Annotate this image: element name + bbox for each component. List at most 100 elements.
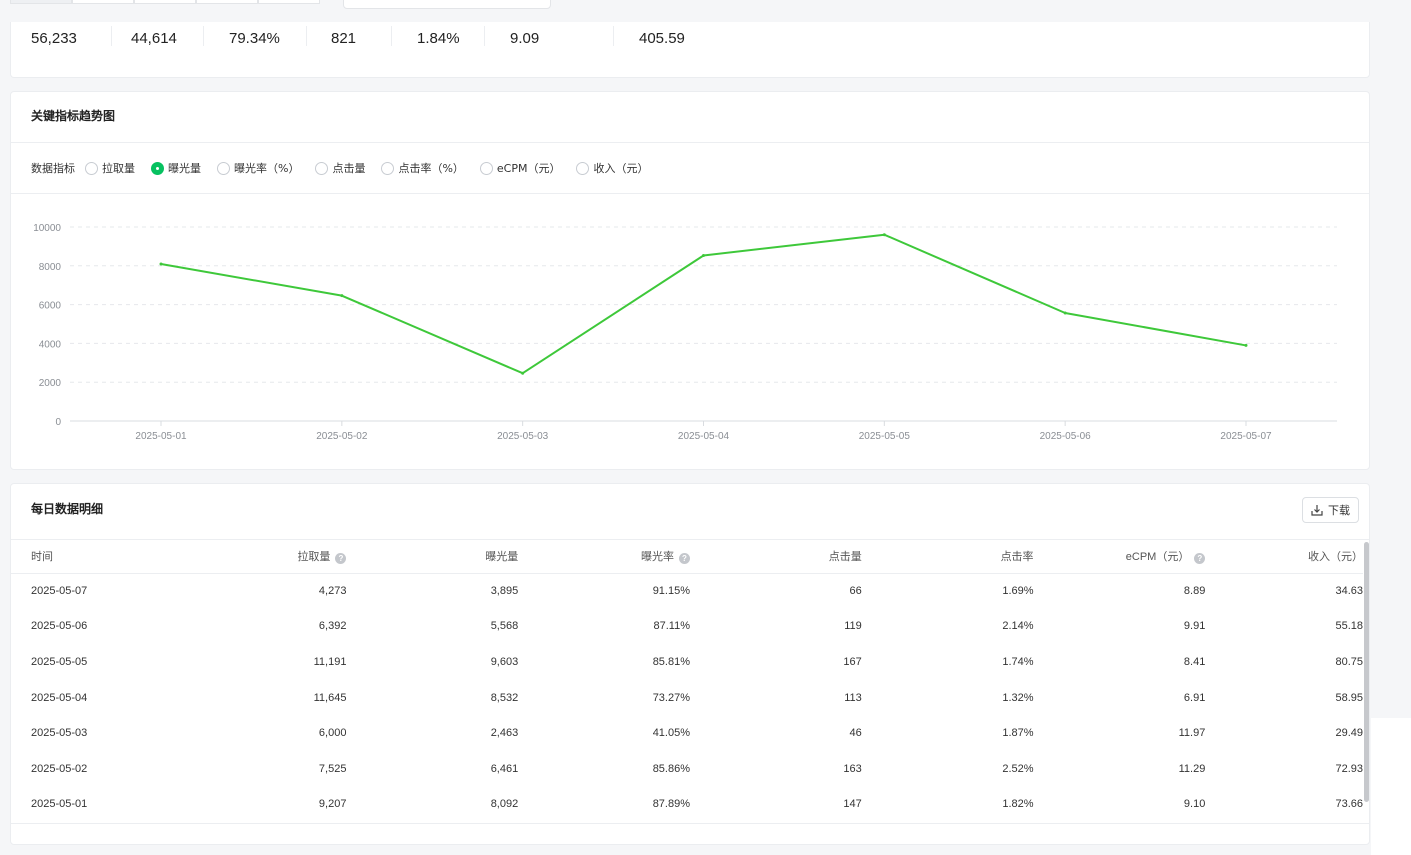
table-cell: 2025-05-05 xyxy=(31,655,88,668)
x-tick-label: 2025-05-06 xyxy=(1040,431,1092,442)
daily-detail-card: 每日数据明细 下载 时间 拉取量? 曝光量 曝光率? 点击量 点击率 eCPM（… xyxy=(10,483,1370,845)
summary-value-pull: 56,233 xyxy=(31,30,77,47)
help-icon[interactable]: ? xyxy=(679,553,690,565)
table-cell: 3,895 xyxy=(490,585,519,598)
divider xyxy=(484,26,485,46)
col-header-ecpm[interactable]: eCPM（元）? xyxy=(1033,540,1206,574)
top-tab-strip xyxy=(10,0,320,4)
y-tick-label: 8000 xyxy=(39,262,62,273)
col-header-date[interactable]: 时间 xyxy=(11,540,182,574)
table-cell: 9.10 xyxy=(1183,798,1206,811)
table-cell: 9,207 xyxy=(318,798,347,811)
table-cell: 11.29 xyxy=(1178,762,1206,775)
radio-circle-selected[interactable] xyxy=(151,161,164,175)
col-header-income[interactable]: 收入（元） xyxy=(1205,540,1363,574)
table-cell: 6,461 xyxy=(490,762,519,775)
top-tab[interactable] xyxy=(72,0,134,4)
summary-value-income: 405.59 xyxy=(639,30,685,47)
col-header-exposure[interactable]: 曝光量 xyxy=(346,540,519,574)
table-cell: 11,645 xyxy=(313,691,347,704)
radio-circle[interactable] xyxy=(381,161,395,175)
table-row: 2025-05-07 4,273 3,895 91.15% 66 1.69% 8.89 34.… xyxy=(11,573,1363,609)
table-cell: 29.49 xyxy=(1335,727,1363,740)
table-cell: 73.27% xyxy=(652,691,690,704)
metric-radio-pull[interactable]: 拉取量 xyxy=(85,160,135,176)
metric-label: 数据指标 xyxy=(31,162,75,175)
metric-radio-income[interactable]: 收入（元） xyxy=(576,160,648,176)
table-header-row: 时间 拉取量? 曝光量 曝光率? 点击量 点击率 eCPM（元）? 收入（元） xyxy=(11,540,1363,574)
table-cell: 1.87% xyxy=(1002,727,1034,740)
table-cell: 2025-05-01 xyxy=(31,798,88,811)
download-button[interactable]: 下载 xyxy=(1302,497,1359,523)
table-row: 2025-05-01 9,207 8,092 87.89% 147 1.82% 9.10 73… xyxy=(11,787,1363,823)
download-icon xyxy=(1311,505,1323,516)
trend-line-chart: 0 2000 4000 6000 8000 10000 2025-05-01 2025-05-… xyxy=(33,223,1337,442)
metric-radio-label: 曝光量 xyxy=(168,162,201,175)
data-point xyxy=(159,262,163,266)
col-header-exposure-rate[interactable]: 曝光率? xyxy=(518,540,690,574)
table-cell: 41.05% xyxy=(652,727,690,740)
metric-radio-exposure[interactable]: 曝光量 xyxy=(151,160,201,176)
top-tab[interactable] xyxy=(258,0,320,4)
table-cell: 2025-05-06 xyxy=(31,620,88,633)
metric-radio-label: 拉取量 xyxy=(102,162,135,175)
radio-circle[interactable] xyxy=(479,161,493,175)
table-cell: 7,525 xyxy=(318,762,347,775)
table-cell: 2025-05-04 xyxy=(31,691,88,704)
table-cell: 1.74% xyxy=(1002,655,1034,668)
y-tick-label: 0 xyxy=(55,417,61,428)
summary-value-exposure-rate: 79.34% xyxy=(229,30,280,47)
table-scrollbar[interactable] xyxy=(1364,542,1369,802)
radio-circle[interactable] xyxy=(85,161,98,175)
table-cell: 80.75 xyxy=(1335,655,1363,668)
col-header-ctr[interactable]: 点击率 xyxy=(861,540,1034,574)
col-header-pull[interactable]: 拉取量? xyxy=(181,540,347,574)
top-tab[interactable] xyxy=(134,0,196,4)
table-cell: 1.82% xyxy=(1002,798,1034,811)
col-header-clicks[interactable]: 点击量 xyxy=(690,540,862,574)
metric-radio-label: 收入（元） xyxy=(593,162,649,175)
table-cell: 46 xyxy=(849,727,862,740)
table-cell: 34.63 xyxy=(1335,585,1363,598)
divider xyxy=(111,26,112,46)
y-tick-label: 2000 xyxy=(39,378,62,389)
help-icon[interactable]: ? xyxy=(1194,553,1206,565)
divider xyxy=(11,823,1369,824)
table-cell: 72.93 xyxy=(1335,762,1363,775)
table-cell: 5,568 xyxy=(490,620,519,633)
download-label: 下载 xyxy=(1328,504,1350,517)
table-cell: 2025-05-03 xyxy=(31,727,88,740)
metric-radio-ctr[interactable]: 点击率（%） xyxy=(381,160,464,176)
summary-value-exposure: 44,614 xyxy=(131,30,177,47)
x-tick-label: 2025-05-05 xyxy=(859,431,911,442)
table-cell: 85.81% xyxy=(652,655,690,668)
metric-radio-clicks[interactable]: 点击量 xyxy=(315,160,365,176)
metric-radio-label: 曝光率（%） xyxy=(234,162,300,175)
table-cell: 55.18 xyxy=(1335,620,1363,633)
table-cell: 11,191 xyxy=(313,655,347,668)
table-cell: 2025-05-02 xyxy=(31,762,88,775)
radio-circle[interactable] xyxy=(576,161,590,175)
metric-radio-label: 点击率（%） xyxy=(398,162,464,175)
metric-radio-label: 点击量 xyxy=(332,162,366,175)
table-cell: 8.89 xyxy=(1183,585,1206,598)
table-cell: 85.86% xyxy=(652,762,690,775)
table-cell: 9.91 xyxy=(1183,620,1206,633)
metric-radio-exposure-rate[interactable]: 曝光率（%） xyxy=(217,160,299,176)
radio-circle[interactable] xyxy=(315,161,329,175)
metric-radio-ecpm[interactable]: eCPM（元） xyxy=(479,160,560,176)
data-point xyxy=(882,233,886,237)
table-cell: 167 xyxy=(843,655,862,668)
radio-circle[interactable] xyxy=(217,161,230,175)
help-icon[interactable]: ? xyxy=(335,553,347,565)
table-cell: 2.52% xyxy=(1002,762,1034,775)
top-tab[interactable] xyxy=(10,0,72,4)
y-tick-label: 6000 xyxy=(39,301,62,312)
top-select[interactable] xyxy=(343,0,551,9)
background-block xyxy=(1371,718,1411,855)
table-cell: 8,092 xyxy=(490,798,519,811)
table-title: 每日数据明细 xyxy=(31,502,104,516)
top-tab[interactable] xyxy=(196,0,258,4)
trend-chart-card: 关键指标趋势图 数据指标 拉取量 曝光量 曝光率（%） 点击量 点击率（%） e… xyxy=(10,91,1370,470)
table-cell: 6,000 xyxy=(318,727,347,740)
